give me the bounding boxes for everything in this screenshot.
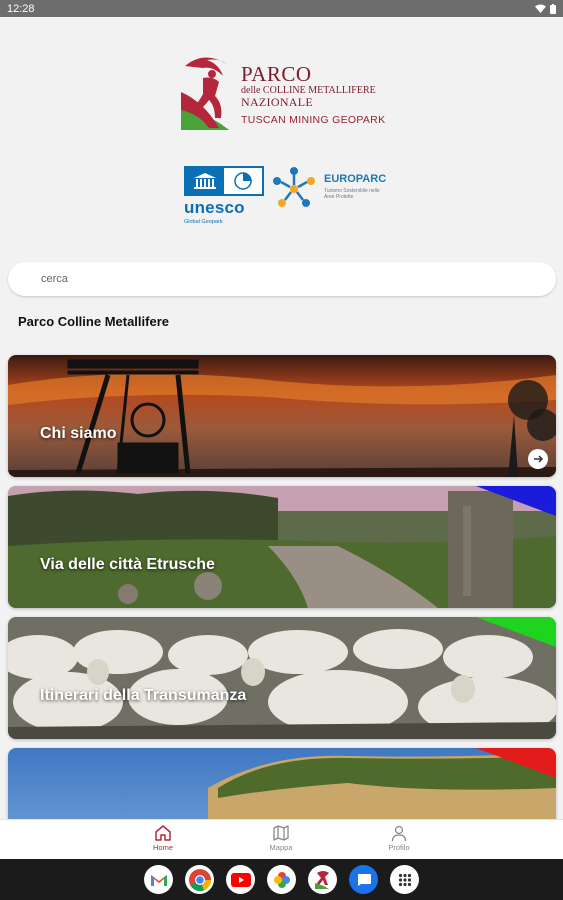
chrome-icon[interactable]	[185, 865, 214, 894]
unesco-wordmark: unesco	[184, 198, 245, 217]
park-geopark-label: TUSCAN MINING GEOPARK	[241, 114, 386, 126]
nav-label: Home	[152, 843, 173, 852]
corner-badge	[476, 486, 556, 516]
unesco-temple-icon	[194, 173, 216, 189]
card-title: Chi siamo	[40, 425, 117, 442]
park-logo: PARCO NAZIONALE delle COLLINE METALLIFER…	[179, 52, 389, 132]
unesco-logo: unesco Global Geopark	[184, 166, 266, 228]
nav-mappa[interactable]: Mappa	[251, 824, 311, 852]
park-app-icon[interactable]	[308, 865, 337, 894]
gmail-icon[interactable]	[144, 865, 173, 894]
card-via-citta-etrusche[interactable]: Via delle città Etrusche	[8, 486, 556, 608]
section-title: Parco Colline Metallifere	[18, 314, 169, 329]
arrow-right-icon[interactable]	[528, 449, 548, 469]
park-emblem-icon	[181, 57, 229, 130]
card-background-sheep	[8, 617, 556, 739]
home-icon	[155, 825, 171, 841]
europarc-logo: EUROPARC Turismo Sostenibile nelle Aree …	[270, 166, 390, 212]
unesco-subtitle: Global Geopark	[184, 219, 223, 225]
nav-profilo[interactable]: Profilo	[369, 824, 429, 852]
map-icon	[273, 825, 289, 841]
profile-icon	[391, 825, 407, 842]
card-background-sunset-mine	[8, 355, 556, 477]
corner-badge	[476, 617, 556, 647]
battery-icon	[550, 3, 556, 14]
status-bar: 12:28	[0, 0, 563, 17]
wifi-icon	[535, 4, 546, 13]
card-background-etruscan-road	[8, 486, 556, 608]
park-subtitle: delle COLLINE METALLIFERE	[241, 85, 376, 96]
corner-badge	[476, 748, 556, 778]
status-time: 12:28	[7, 2, 35, 15]
europarc-subtitle: Turismo Sostenibile nelle Aree Protette	[324, 188, 380, 200]
card-title: Via delle città Etrusche	[40, 556, 215, 573]
bottom-navigation: Home Mappa Profilo	[0, 819, 563, 859]
geopark-icon	[234, 172, 252, 190]
europarc-wordmark: EUROPARC	[324, 173, 387, 185]
android-taskbar	[0, 859, 563, 900]
nav-label: Mappa	[269, 843, 293, 852]
card-itinerari-transumanza[interactable]: Itinerari della Transumanza	[8, 617, 556, 739]
europarc-star-icon	[273, 167, 315, 207]
nav-label: Profilo	[388, 843, 410, 852]
app-drawer-icon[interactable]	[390, 865, 419, 894]
youtube-icon[interactable]	[226, 865, 255, 894]
search-input[interactable]	[41, 273, 521, 285]
card-title: Itinerari della Transumanza	[40, 687, 247, 704]
nav-home[interactable]: Home	[133, 824, 193, 852]
messages-icon[interactable]	[349, 865, 378, 894]
search-bar[interactable]	[8, 262, 556, 296]
photos-icon[interactable]	[267, 865, 296, 894]
card-chi-siamo[interactable]: Chi siamo	[8, 355, 556, 477]
